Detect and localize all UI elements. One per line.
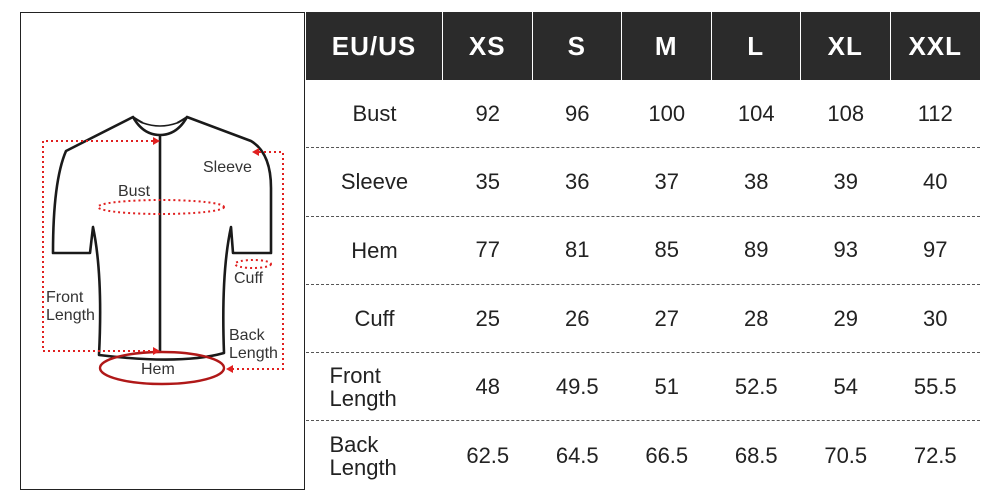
table-row: Back Length 62.5 64.5 66.5 68.5 70.5 72.… (306, 421, 980, 489)
table-cell: 54 (833, 373, 858, 399)
table-cell: 39 (833, 168, 858, 194)
row-label: Cuff (354, 306, 395, 332)
front-length-label: Front Length (46, 289, 95, 324)
bust-label: Bust (118, 183, 151, 200)
header-cell-size: XL (801, 12, 891, 80)
sleeve-label: Sleeve (203, 159, 252, 176)
cuff-label: Cuff (234, 270, 264, 287)
table-cell: 97 (923, 237, 948, 263)
table-cell: 70.5 (824, 442, 868, 468)
table-cell: 77 (475, 237, 500, 263)
row-label: Bust (352, 101, 397, 127)
table-cell: 62.5 (466, 442, 510, 468)
table-cell: 81 (565, 237, 590, 263)
table-cell: 92 (475, 100, 500, 126)
table-cell: 49.5 (555, 373, 599, 399)
table-cell: 112 (917, 100, 953, 126)
header-cell-size: XS (443, 12, 533, 80)
table-row: Bust 92 96 100 104 108 112 (306, 80, 980, 149)
table-cell: 89 (744, 237, 769, 263)
row-label: Sleeve (340, 169, 409, 195)
table-cell: 93 (833, 237, 858, 263)
back-length-label: Back Length (229, 327, 278, 362)
table-cell: 51 (654, 373, 679, 399)
table-cell: 85 (654, 237, 679, 263)
table-cell: 108 (827, 100, 865, 126)
size-chart-table: EU/US XS S M L XL XXL Bust 92 96 100 104… (306, 12, 980, 490)
size-diagram-panel: Sleeve Bust Cuff Front Length Back Lengt… (20, 12, 305, 490)
table-cell: 72.5 (913, 442, 957, 468)
table-cell: 35 (475, 168, 500, 194)
header-cell-size: S (532, 12, 622, 80)
hem-label: Hem (141, 361, 175, 378)
table-cell: 26 (565, 305, 590, 331)
table-cell: 96 (565, 100, 590, 126)
table-cell: 66.5 (645, 442, 689, 468)
table-cell: 40 (923, 168, 948, 194)
table-cell: 30 (923, 305, 948, 331)
table-cell: 100 (648, 100, 686, 126)
table-row: Sleeve 35 36 37 38 39 40 (306, 148, 980, 217)
table-cell: 37 (654, 168, 679, 194)
table-row: Front Length 48 49.5 51 52.5 54 55.5 (306, 353, 980, 422)
table-cell: 29 (833, 305, 858, 331)
table-cell: 25 (475, 305, 500, 331)
header-cell-size: L (711, 12, 801, 80)
table-header-row: EU/US XS S M L XL XXL (306, 12, 980, 80)
table-cell: 55.5 (913, 373, 957, 399)
jersey-illustration (42, 115, 284, 386)
table-row: Hem 77 81 85 89 93 97 (306, 217, 980, 285)
row-label: Hem (351, 237, 398, 263)
row-label: Front Length (329, 362, 397, 411)
table-cell: 52.5 (734, 373, 778, 399)
table-cell: 38 (744, 168, 769, 194)
table-cell: 64.5 (555, 442, 599, 468)
header-cell-size: M (622, 12, 712, 80)
header-cell-region: EU/US (306, 12, 443, 80)
row-label: Back Length (329, 431, 397, 480)
table-cell: 104 (737, 100, 775, 126)
table-cell: 27 (654, 305, 679, 331)
table-cell: 48 (475, 373, 500, 399)
table-row: Cuff 25 26 27 28 29 30 (306, 285, 980, 354)
table-cell: 36 (565, 168, 590, 194)
header-cell-size: XXL (890, 12, 980, 80)
table-cell: 68.5 (734, 442, 778, 468)
table-cell: 28 (744, 305, 769, 331)
